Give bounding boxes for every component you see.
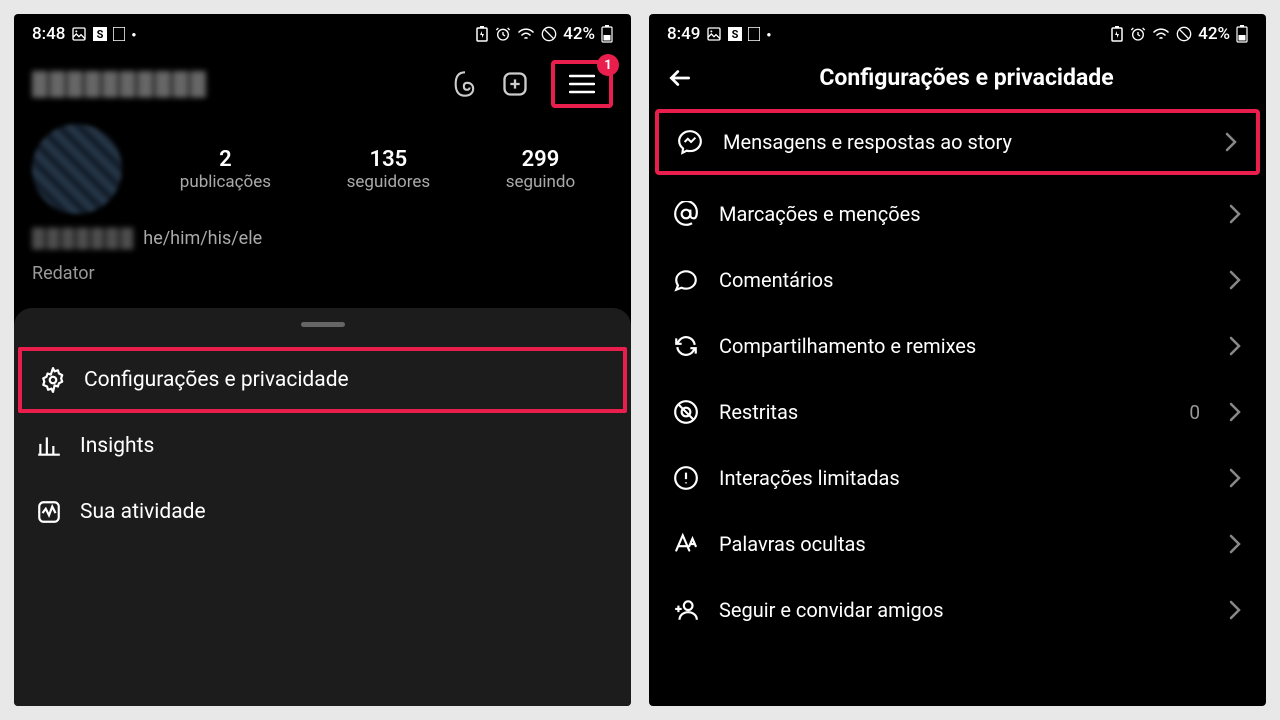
menu-item-label: Sua atividade xyxy=(80,500,206,524)
notification-badge: 1 xyxy=(597,54,619,76)
settings-item-label: Restritas xyxy=(719,400,1169,424)
profile-stats-row: 2 publicações 135 seguidores 299 seguind… xyxy=(14,120,631,218)
settings-item-hidden-words[interactable]: Palavras ocultas xyxy=(649,511,1266,577)
stat-followers[interactable]: 135 seguidores xyxy=(347,147,431,192)
pronouns: he/him/his/ele xyxy=(143,228,262,249)
settings-item-label: Interações limitadas xyxy=(719,466,1208,490)
settings-item-label: Comentários xyxy=(719,268,1208,292)
stat-label: seguidores xyxy=(347,172,431,192)
display-name-obscured: ███████ xyxy=(32,228,135,249)
do-not-disturb-icon xyxy=(541,26,557,42)
svg-text:S: S xyxy=(97,28,104,41)
phone-right-settings: 8:49 S ● 42% xyxy=(649,14,1266,706)
at-icon xyxy=(673,201,699,227)
battery-icon xyxy=(601,25,613,43)
settings-item-count: 0 xyxy=(1189,401,1200,424)
bio-section: ███████ he/him/his/ele Redator xyxy=(14,218,631,294)
restricted-icon xyxy=(673,399,699,425)
chevron-right-icon xyxy=(1228,204,1242,224)
image-icon xyxy=(71,26,87,42)
chevron-right-icon xyxy=(1228,534,1242,554)
image-icon xyxy=(706,26,722,42)
menu-item-activity[interactable]: Sua atividade xyxy=(14,479,631,545)
gear-icon xyxy=(40,367,66,393)
chevron-right-icon xyxy=(1224,132,1238,152)
page-title: Configurações e privacidade xyxy=(715,64,1218,91)
wifi-icon xyxy=(1152,27,1170,41)
sheet-handle[interactable] xyxy=(301,322,345,327)
alarm-icon xyxy=(495,26,511,42)
battery-saver-icon xyxy=(475,26,489,42)
stat-following[interactable]: 299 seguindo xyxy=(506,147,576,192)
settings-item-messages[interactable]: Mensagens e respostas ao story xyxy=(655,109,1260,175)
stat-label: seguindo xyxy=(506,172,576,192)
settings-item-limited[interactable]: Interações limitadas xyxy=(649,445,1266,511)
threads-icon[interactable] xyxy=(451,70,479,98)
battery-percent: 42% xyxy=(563,24,595,44)
messenger-icon xyxy=(677,129,703,155)
s-icon: S xyxy=(93,27,107,41)
chevron-right-icon xyxy=(1228,336,1242,356)
phone-left-profile: 8:48 S ● 42% xyxy=(14,14,631,706)
dot-icon: ● xyxy=(131,30,136,39)
menu-item-settings[interactable]: Configurações e privacidade xyxy=(18,347,627,413)
settings-item-tags[interactable]: Marcações e menções xyxy=(649,181,1266,247)
settings-item-restricted[interactable]: Restritas 0 xyxy=(649,379,1266,445)
bottom-sheet: Configurações e privacidade Insights Sua… xyxy=(14,308,631,706)
battery-percent: 42% xyxy=(1198,24,1230,44)
wifi-icon xyxy=(517,27,535,41)
comment-icon xyxy=(673,267,699,293)
username-obscured: ██████████ xyxy=(32,71,208,97)
status-time: 8:49 xyxy=(667,24,700,44)
battery-saver-icon xyxy=(1110,26,1124,42)
card-icon xyxy=(748,27,760,41)
menu-item-label: Configurações e privacidade xyxy=(84,368,349,392)
warning-icon xyxy=(673,465,699,491)
dot-icon: ● xyxy=(766,30,771,39)
card-icon xyxy=(113,27,125,41)
alarm-icon xyxy=(1130,26,1146,42)
status-time: 8:48 xyxy=(32,24,65,44)
graph-icon xyxy=(36,433,62,459)
chevron-right-icon xyxy=(1228,468,1242,488)
svg-text:S: S xyxy=(732,28,739,41)
occupation: Redator xyxy=(32,263,613,284)
menu-item-insights[interactable]: Insights xyxy=(14,413,631,479)
create-post-icon[interactable] xyxy=(501,70,529,98)
chevron-right-icon xyxy=(1228,270,1242,290)
avatar-obscured[interactable] xyxy=(32,124,122,214)
stat-posts[interactable]: 2 publicações xyxy=(180,147,271,192)
status-bar: 8:48 S ● 42% xyxy=(14,14,631,52)
back-button[interactable] xyxy=(667,65,693,91)
chevron-right-icon xyxy=(1228,402,1242,422)
settings-item-sharing[interactable]: Compartilhamento e remixes xyxy=(649,313,1266,379)
settings-item-label: Palavras ocultas xyxy=(719,532,1208,556)
stat-value: 135 xyxy=(347,147,431,172)
settings-item-label: Seguir e convidar amigos xyxy=(719,598,1208,622)
menu-button[interactable]: 1 xyxy=(551,60,613,108)
activity-icon xyxy=(36,499,62,525)
stat-label: publicações xyxy=(180,172,271,192)
settings-item-label: Marcações e menções xyxy=(719,202,1208,226)
chevron-right-icon xyxy=(1228,600,1242,620)
stat-value: 299 xyxy=(506,147,576,172)
settings-item-label: Mensagens e respostas ao story xyxy=(723,130,1204,154)
stat-value: 2 xyxy=(180,147,271,172)
text-icon xyxy=(673,531,699,557)
add-user-icon xyxy=(673,597,699,623)
menu-item-label: Insights xyxy=(80,434,154,458)
refresh-icon xyxy=(673,333,699,359)
settings-item-comments[interactable]: Comentários xyxy=(649,247,1266,313)
settings-item-label: Compartilhamento e remixes xyxy=(719,334,1208,358)
status-bar: 8:49 S ● 42% xyxy=(649,14,1266,52)
battery-icon xyxy=(1236,25,1248,43)
do-not-disturb-icon xyxy=(1176,26,1192,42)
settings-item-follow-invite[interactable]: Seguir e convidar amigos xyxy=(649,577,1266,643)
profile-header: ██████████ 1 xyxy=(14,52,631,120)
s-icon: S xyxy=(728,27,742,41)
settings-header: Configurações e privacidade xyxy=(649,52,1266,109)
